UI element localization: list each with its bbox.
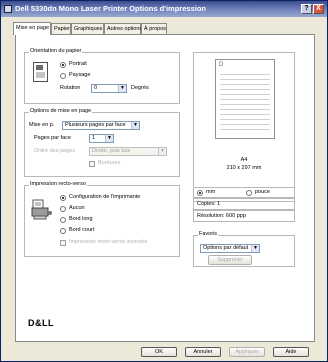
tab-graphiques[interactable]: Graphiques xyxy=(71,23,104,34)
layout-type-value: Plusieurs pages par face xyxy=(65,122,126,128)
duplex-group: Impression recto-verso Configuration de … xyxy=(24,181,180,257)
apply-button[interactable]: Appliquer xyxy=(229,347,265,357)
duplex-printer-settings-radio[interactable] xyxy=(60,195,66,201)
duplex-long-edge-label: Bord long xyxy=(69,216,93,222)
orientation-group: Orientation du papier Portrait Paysage R… xyxy=(24,48,180,104)
cancel-button[interactable]: Annuler xyxy=(185,347,221,357)
print-options-window: Dell 5330dn Mono Laser Printer Options d… xyxy=(0,0,328,362)
pages-per-side-value: 1 xyxy=(92,135,96,141)
chevron-down-icon: ▼ xyxy=(105,135,113,142)
chevron-down-icon: ▼ xyxy=(251,245,259,252)
portrait-page-icon xyxy=(33,62,48,82)
preview-sheet-letter: D xyxy=(219,62,224,68)
duplex-none-radio[interactable] xyxy=(60,206,66,212)
units-row: mm pouce xyxy=(193,187,295,198)
window-title: Dell 5330dn Mono Laser Printer Options d… xyxy=(15,4,206,13)
help-icon[interactable]: ? xyxy=(301,4,312,14)
unit-inch-radio[interactable] xyxy=(246,190,252,196)
chevron-down-icon: ▼ xyxy=(131,122,139,129)
unit-inch-label: pouce xyxy=(255,189,270,195)
resolution-info: Résolution: 600 ppp xyxy=(193,210,295,222)
layout-type-label: Mise en p. xyxy=(29,122,55,128)
preview-sheet: D xyxy=(215,59,275,139)
unit-mm-radio[interactable] xyxy=(197,190,203,196)
tab-a-propos[interactable]: À propos xyxy=(141,23,167,34)
paper-name: A4 xyxy=(240,157,248,163)
borders-label: Bordures xyxy=(98,160,121,166)
copies-info: Copies: 1 xyxy=(193,198,295,210)
reverse-duplex-checkbox[interactable] xyxy=(60,240,66,246)
chevron-down-icon: ▼ xyxy=(118,85,126,92)
rotation-label: Rotation xyxy=(60,85,81,91)
page-order-value: Droite, puis bas xyxy=(92,148,131,154)
layout-group: Options de mise en page Mise en p. Plusi… xyxy=(24,108,180,177)
borders-checkbox[interactable] xyxy=(89,161,95,167)
portrait-radio[interactable] xyxy=(60,62,66,68)
rotation-unit: Degrés xyxy=(131,85,149,91)
landscape-radio[interactable] xyxy=(60,73,66,79)
duplex-short-edge-radio[interactable] xyxy=(60,228,66,234)
favorites-value: Options par défaut xyxy=(203,245,249,251)
help-button[interactable]: Aide xyxy=(273,347,309,357)
layout-type-select[interactable]: Plusieurs pages par face ▼ xyxy=(62,121,140,130)
pages-per-side-label: Pages par face xyxy=(34,135,71,141)
dell-logo: D&LL xyxy=(28,318,54,328)
tab-panel: Orientation du papier Portrait Paysage R… xyxy=(15,34,315,342)
orientation-title: Orientation du papier xyxy=(29,48,83,54)
reverse-duplex-label: Impression recto-verso inversée xyxy=(69,239,148,245)
page-order-label: Ordre des pages xyxy=(34,148,75,154)
unit-mm-label: mm xyxy=(206,189,216,195)
favorites-title: Favoris xyxy=(198,231,219,237)
page-preview: D A4 210 x 297 mm xyxy=(193,52,295,202)
tab-mise-en-page[interactable]: Mise en page xyxy=(13,22,51,35)
title-bar[interactable]: Dell 5330dn Mono Laser Printer Options d… xyxy=(1,1,327,17)
delete-favorite-button[interactable]: Supprimer xyxy=(208,255,252,265)
chevron-down-icon: ▼ xyxy=(158,148,166,155)
pages-per-side-select[interactable]: 1 ▼ xyxy=(89,134,114,143)
rotation-select[interactable]: 0 ▼ xyxy=(91,84,127,93)
tab-papier[interactable]: Papier xyxy=(51,23,71,34)
rotation-value: 0 xyxy=(94,85,98,91)
favorites-select[interactable]: Options par défaut ▼ xyxy=(200,244,260,253)
landscape-label: Paysage xyxy=(69,72,91,78)
close-icon[interactable]: X xyxy=(313,4,324,14)
duplex-printer-icon xyxy=(31,199,53,221)
layout-title: Options de mise en page xyxy=(29,108,93,114)
page-order-select[interactable]: Droite, puis bas ▼ xyxy=(89,147,167,156)
duplex-title: Impression recto-verso xyxy=(29,181,87,187)
printer-icon xyxy=(4,5,12,13)
duplex-short-edge-label: Bord court xyxy=(69,227,95,233)
portrait-label: Portrait xyxy=(69,61,87,67)
paper-size: 210 x 297 mm xyxy=(226,165,262,171)
duplex-long-edge-radio[interactable] xyxy=(60,217,66,223)
tab-autres-options[interactable]: Autres options xyxy=(104,23,142,34)
duplex-none-label: Aucun xyxy=(69,205,85,211)
duplex-printer-settings-label: Configuration de l'imprimante xyxy=(69,194,141,200)
ok-button[interactable]: OK xyxy=(141,347,177,357)
favorites-group: Favoris Options par défaut ▼ Supprimer xyxy=(193,231,295,267)
